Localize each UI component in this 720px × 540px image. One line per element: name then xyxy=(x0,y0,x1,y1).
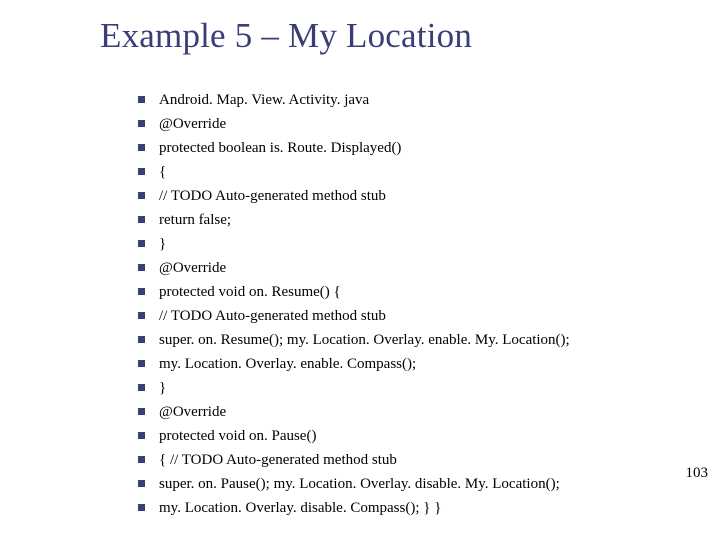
list-item-text: super. on. Resume(); my. Location. Overl… xyxy=(159,330,678,351)
square-bullet-icon xyxy=(138,168,145,175)
list-item: @Override xyxy=(138,114,678,135)
list-item: // TODO Auto‐generated method stub xyxy=(138,306,678,327)
square-bullet-icon xyxy=(138,432,145,439)
list-item: protected boolean is. Route. Displayed() xyxy=(138,138,678,159)
list-item: } xyxy=(138,378,678,399)
list-item-text: my. Location. Overlay. enable. Compass()… xyxy=(159,354,678,375)
list-item-text: } xyxy=(159,378,678,399)
list-item: // TODO Auto‐generated method stub xyxy=(138,186,678,207)
list-item-text: } xyxy=(159,234,678,255)
square-bullet-icon xyxy=(138,96,145,103)
list-item-text: return false; xyxy=(159,210,678,231)
list-item: super. on. Pause(); my. Location. Overla… xyxy=(138,474,678,495)
list-item-text: @Override xyxy=(159,114,678,135)
slide-title: Example 5 – My Location xyxy=(100,16,472,56)
square-bullet-icon xyxy=(138,216,145,223)
list-item: @Override xyxy=(138,402,678,423)
list-item-text: @Override xyxy=(159,258,678,279)
square-bullet-icon xyxy=(138,192,145,199)
list-item-text: my. Location. Overlay. disable. Compass(… xyxy=(159,498,678,519)
square-bullet-icon xyxy=(138,504,145,511)
list-item-text: // TODO Auto‐generated method stub xyxy=(159,306,678,327)
list-item: Android. Map. View. Activity. java xyxy=(138,90,678,111)
list-item: protected void on. Pause() xyxy=(138,426,678,447)
square-bullet-icon xyxy=(138,264,145,271)
list-item-text: { // TODO Auto‐generated method stub xyxy=(159,450,678,471)
list-item: return false; xyxy=(138,210,678,231)
list-item-text: protected void on. Resume() { xyxy=(159,282,678,303)
page-number: 103 xyxy=(686,465,709,482)
list-item-text: Android. Map. View. Activity. java xyxy=(159,90,678,111)
list-item: protected void on. Resume() { xyxy=(138,282,678,303)
square-bullet-icon xyxy=(138,240,145,247)
square-bullet-icon xyxy=(138,336,145,343)
list-item-text: { xyxy=(159,162,678,183)
square-bullet-icon xyxy=(138,144,145,151)
list-item: my. Location. Overlay. disable. Compass(… xyxy=(138,498,678,519)
body-list: Android. Map. View. Activity. java @Over… xyxy=(138,90,678,522)
square-bullet-icon xyxy=(138,360,145,367)
list-item: { xyxy=(138,162,678,183)
list-item-text: super. on. Pause(); my. Location. Overla… xyxy=(159,474,678,495)
square-bullet-icon xyxy=(138,384,145,391)
square-bullet-icon xyxy=(138,120,145,127)
list-item: @Override xyxy=(138,258,678,279)
list-item: super. on. Resume(); my. Location. Overl… xyxy=(138,330,678,351)
list-item-text: @Override xyxy=(159,402,678,423)
list-item-text: // TODO Auto‐generated method stub xyxy=(159,186,678,207)
square-bullet-icon xyxy=(138,480,145,487)
square-bullet-icon xyxy=(138,408,145,415)
square-bullet-icon xyxy=(138,456,145,463)
list-item: } xyxy=(138,234,678,255)
list-item-text: protected void on. Pause() xyxy=(159,426,678,447)
list-item: { // TODO Auto‐generated method stub xyxy=(138,450,678,471)
square-bullet-icon xyxy=(138,288,145,295)
square-bullet-icon xyxy=(138,312,145,319)
list-item: my. Location. Overlay. enable. Compass()… xyxy=(138,354,678,375)
list-item-text: protected boolean is. Route. Displayed() xyxy=(159,138,678,159)
